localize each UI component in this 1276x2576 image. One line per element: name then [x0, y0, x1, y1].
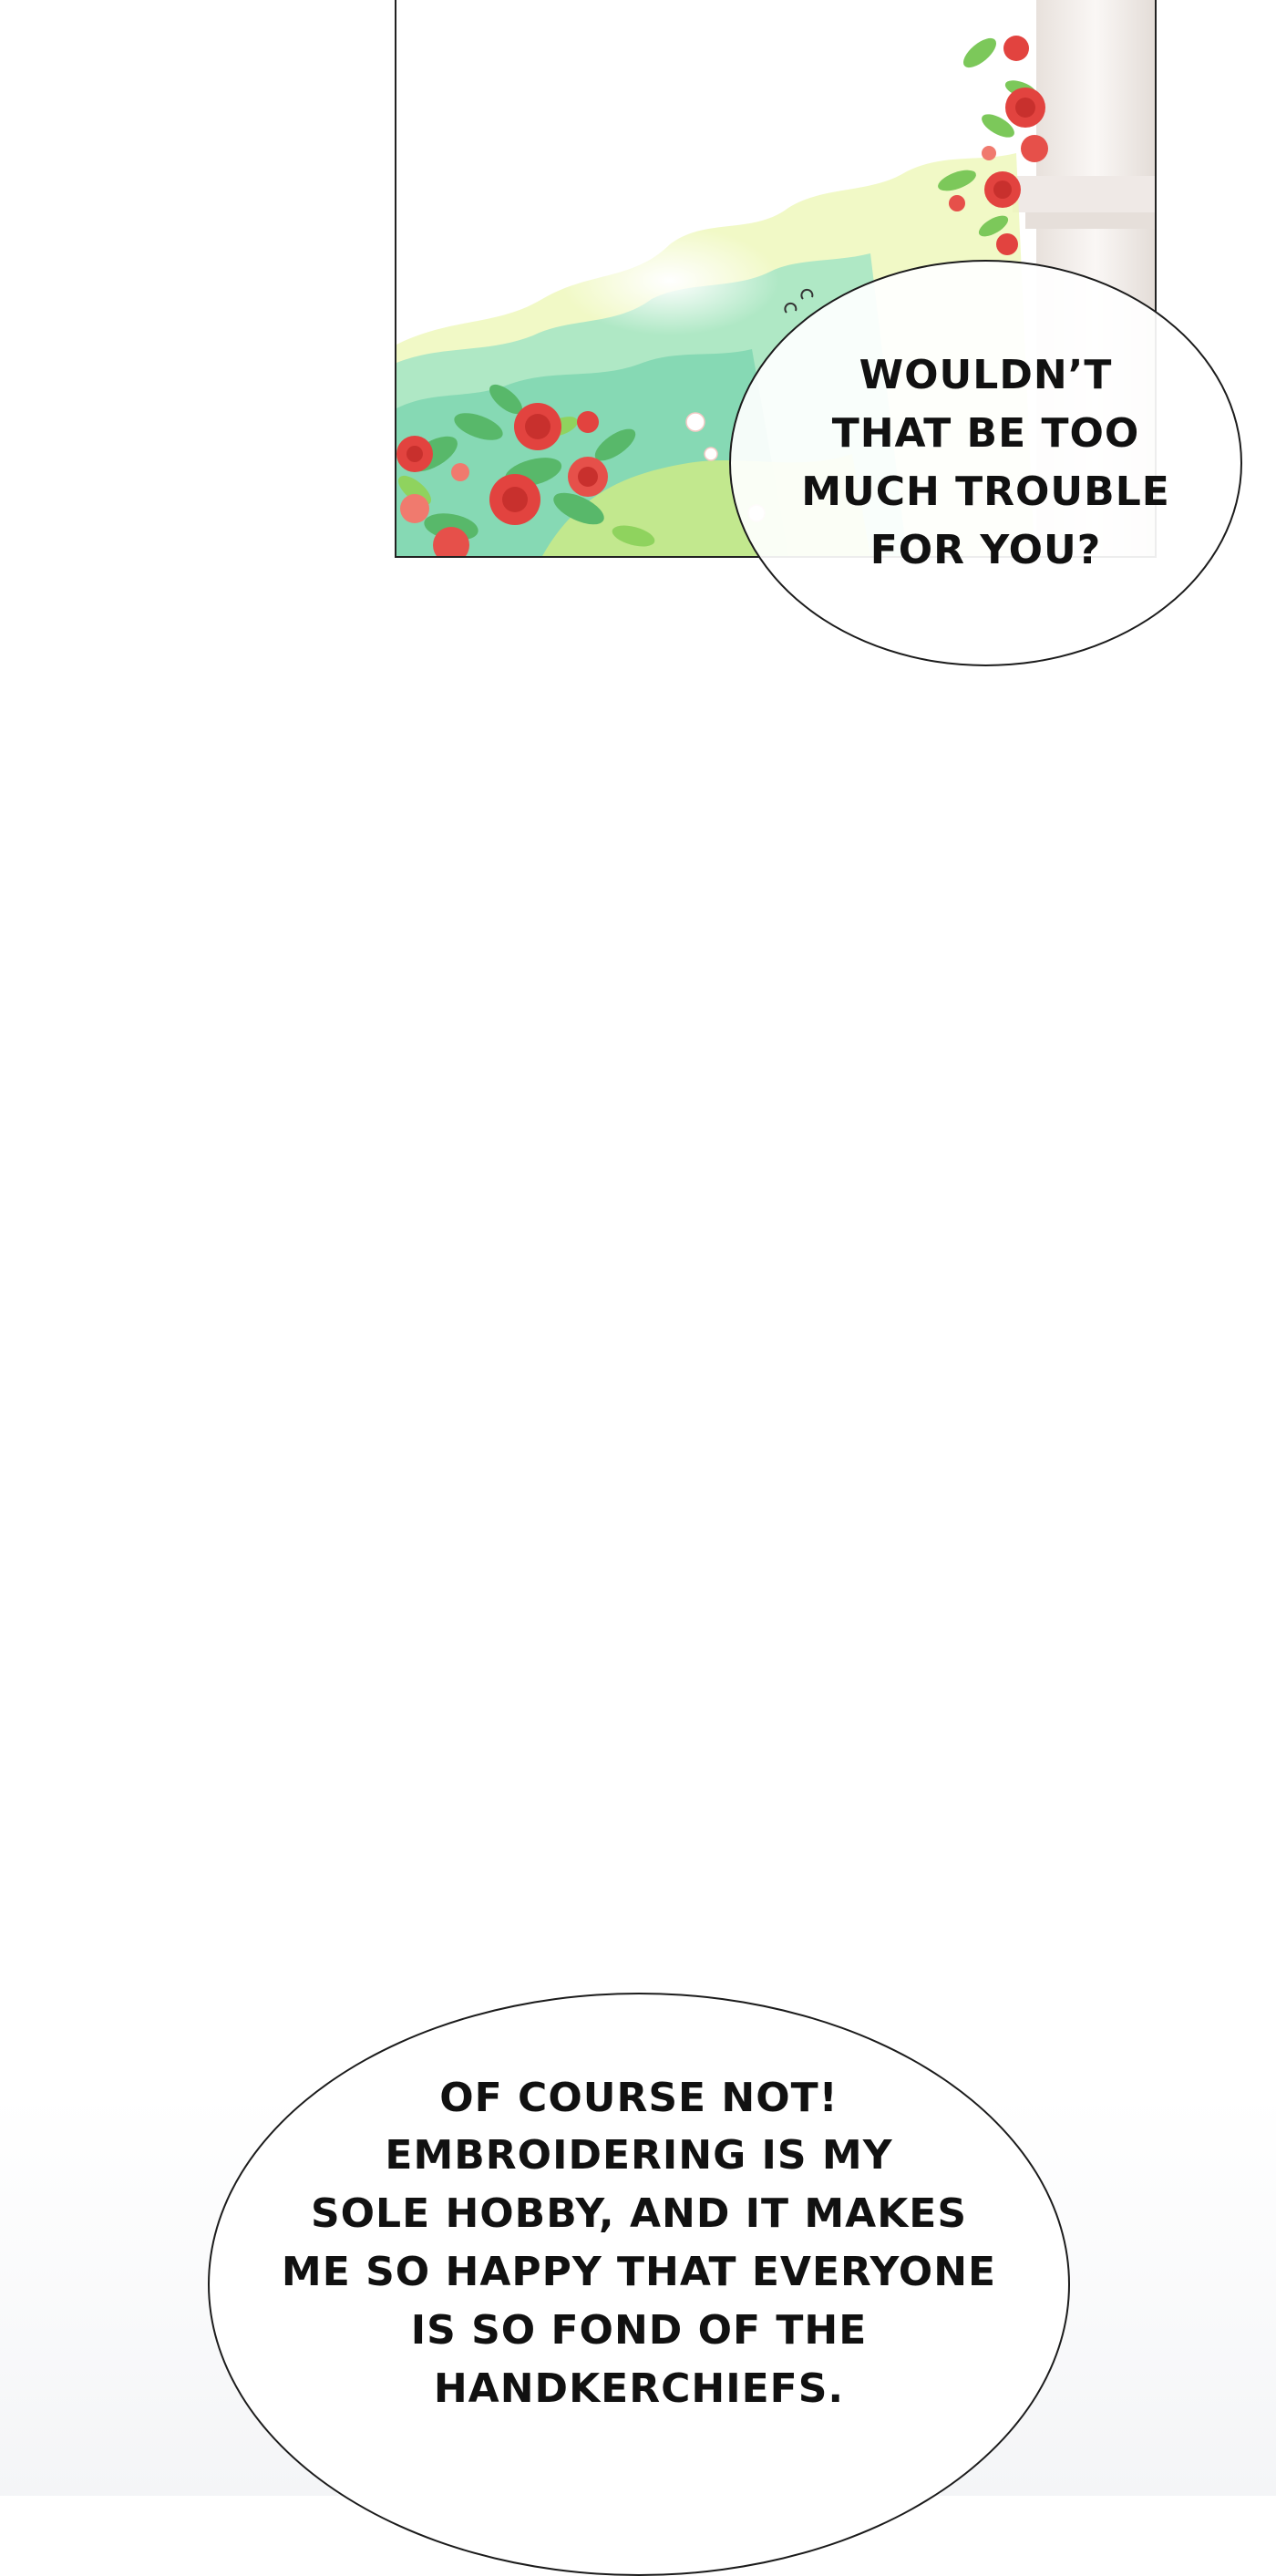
comic-page: WOULDN’T THAT BE TOO MUCH TROUBLE FOR YO…	[0, 0, 1276, 2576]
speech-bubble-first: WOULDN’T THAT BE TOO MUCH TROUBLE FOR YO…	[729, 260, 1242, 666]
speech-bubble-second-text: OF COURSE NOT! EMBROIDERING IS MY SOLE H…	[281, 2074, 997, 2412]
speech-bubble-first-text: WOULDN’T THAT BE TOO MUCH TROUBLE FOR YO…	[801, 352, 1170, 573]
speech-bubble-second: OF COURSE NOT! EMBROIDERING IS MY SOLE H…	[208, 1993, 1070, 2576]
